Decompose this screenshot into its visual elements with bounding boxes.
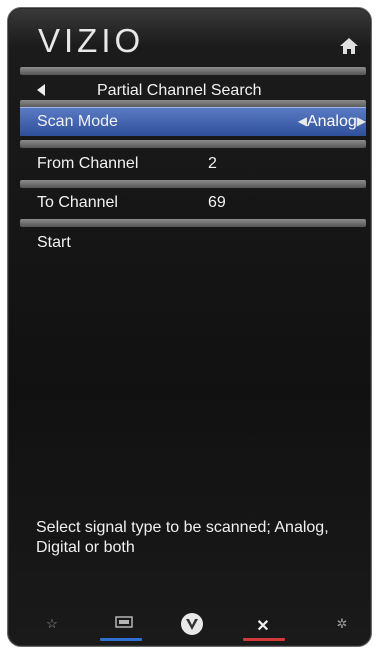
from-channel-label: From Channel xyxy=(37,155,139,172)
close-icon[interactable]: ✕ xyxy=(251,616,275,635)
gear-icon[interactable]: ✲ xyxy=(330,616,354,634)
vizio-v-icon[interactable] xyxy=(180,612,204,636)
menu-title: Partial Channel Search xyxy=(97,82,262,99)
menu-item-from-channel[interactable]: From Channel 2 xyxy=(20,148,366,180)
blue-underline xyxy=(100,638,142,641)
left-arrow-icon[interactable]: ◀ xyxy=(298,114,307,128)
to-channel-value: 69 xyxy=(208,194,226,211)
right-arrow-icon[interactable]: ▶ xyxy=(357,114,366,128)
header: VIZIO xyxy=(8,8,371,70)
start-label: Start xyxy=(37,234,71,251)
to-channel-label: To Channel xyxy=(37,194,118,211)
from-channel-value: 2 xyxy=(208,155,217,172)
back-arrow-icon[interactable] xyxy=(37,84,45,96)
home-icon[interactable] xyxy=(339,36,359,56)
divider xyxy=(20,219,366,227)
vizio-logo: VIZIO xyxy=(38,22,145,59)
help-text: Select signal type to be scanned; Analog… xyxy=(36,519,329,556)
scan-mode-label: Scan Mode xyxy=(37,113,118,130)
bottom-nav: ☆ ✕ ✲ xyxy=(8,602,371,646)
divider xyxy=(20,140,366,148)
menu-item-to-channel[interactable]: To Channel 69 xyxy=(20,187,366,219)
menu-item-start[interactable]: Start xyxy=(20,227,366,259)
scan-mode-selector[interactable]: ◀Analog▶ xyxy=(298,113,366,131)
star-icon[interactable]: ☆ xyxy=(40,616,64,634)
input-icon[interactable] xyxy=(112,616,136,634)
scan-mode-value: Analog xyxy=(306,113,357,130)
menu-item-scan-mode[interactable]: Scan Mode ◀Analog▶ xyxy=(20,107,366,136)
tv-menu-panel: VIZIO Partial Channel Search Scan Mode ◀… xyxy=(7,7,372,647)
divider xyxy=(20,67,366,75)
red-underline xyxy=(243,638,285,641)
